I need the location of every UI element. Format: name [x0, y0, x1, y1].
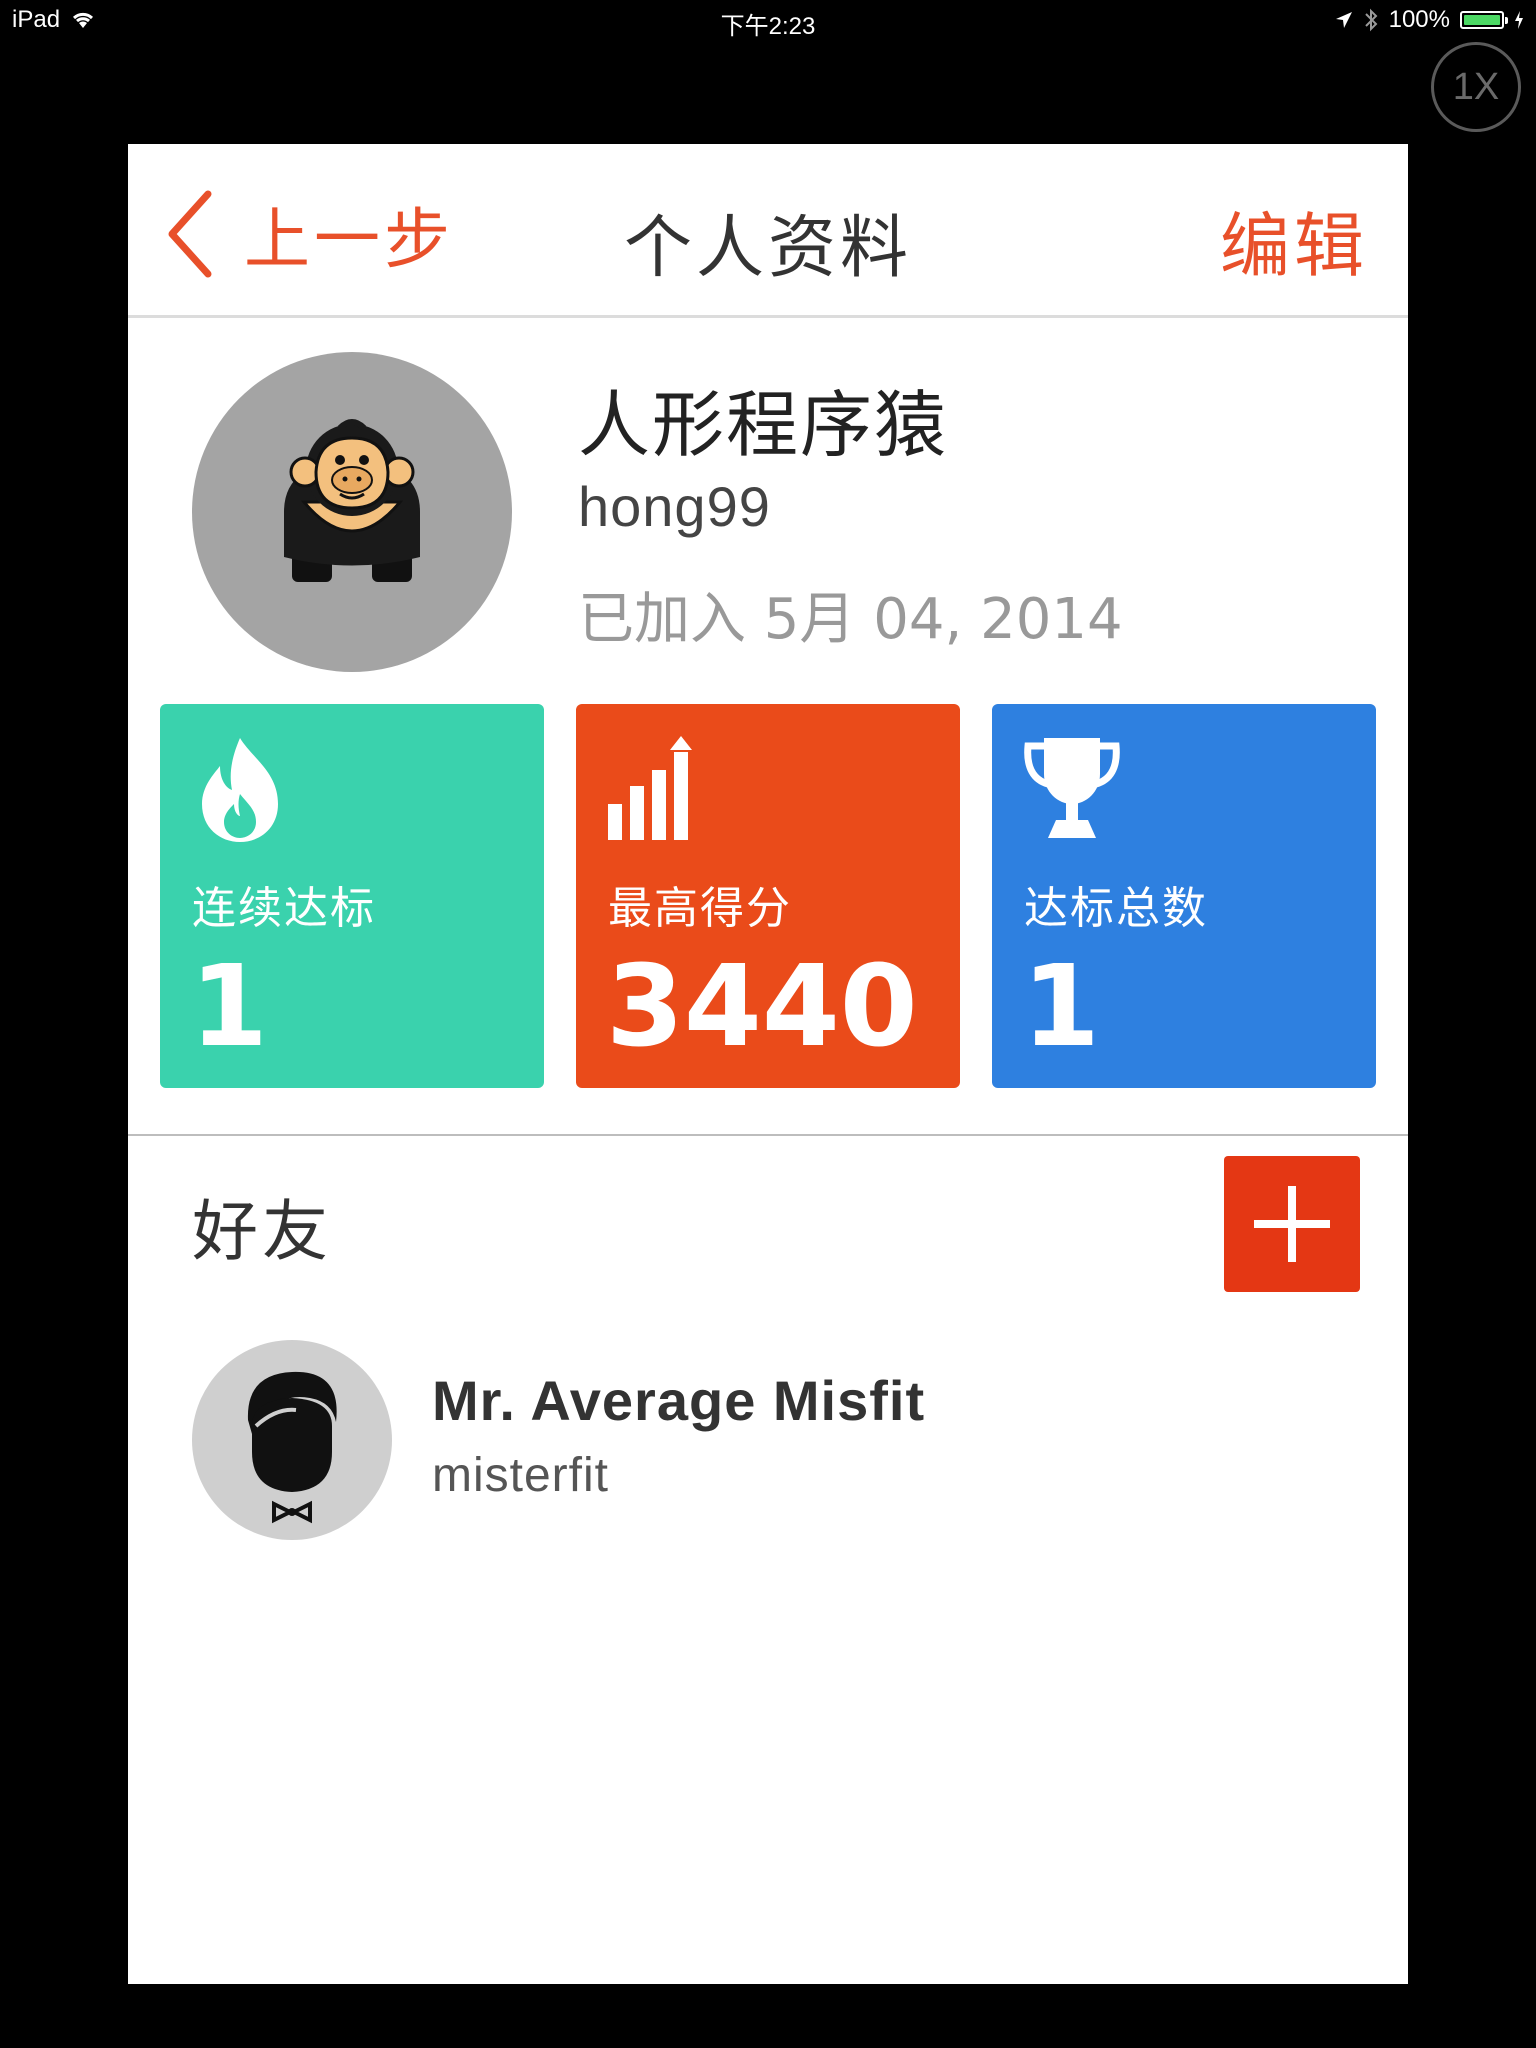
battery-tip [1505, 17, 1508, 24]
stat-label: 最高得分 [608, 883, 792, 934]
stat-value: 3440 [606, 942, 918, 1072]
gentleman-avatar-icon [247, 1371, 337, 1524]
status-right: 100% [1335, 6, 1524, 34]
bluetooth-icon [1364, 8, 1378, 32]
nav-bar: 上一步 个人资料 编辑 [128, 144, 1408, 318]
stat-card-total-goals[interactable]: 达标总数 1 [992, 704, 1376, 1088]
friends-section-title: 好友 [192, 1193, 332, 1270]
section-divider [128, 1134, 1408, 1136]
avatar[interactable] [192, 352, 512, 672]
stat-label: 达标总数 [1024, 883, 1208, 934]
stat-card-streak[interactable]: 连续达标 1 [160, 704, 544, 1088]
stat-label: 连续达标 [192, 883, 376, 934]
add-friend-button[interactable] [1224, 1156, 1360, 1292]
friend-avatar [192, 1340, 392, 1540]
trophy-icon [1024, 738, 1120, 838]
friend-name: Mr. Average Misfit [432, 1369, 926, 1432]
page-title: 个人资料 [623, 209, 912, 288]
profile-joined-date: 已加入 5月 04, 2014 [578, 587, 1123, 652]
battery-icon [1460, 11, 1508, 29]
stat-value: 1 [190, 942, 268, 1072]
stat-card-high-score[interactable]: 最高得分 3440 [576, 704, 960, 1088]
profile-panel: 上一步 个人资料 编辑 人形程序猿 hong99 已加入 5月 04, 2014… [128, 144, 1408, 1984]
status-time: 下午2:23 [720, 13, 816, 40]
status-bar: iPad 下午2:23 100% [0, 0, 1536, 40]
edit-button[interactable]: 编辑 [1220, 190, 1368, 291]
profile-name: 人形程序猿 [578, 383, 949, 467]
zoom-badge[interactable]: 1X [1431, 42, 1521, 132]
stat-value: 1 [1022, 942, 1100, 1072]
flame-icon [202, 738, 278, 842]
battery-percent: 100% [1388, 6, 1450, 33]
location-arrow-icon [1335, 12, 1352, 28]
battery-fill [1464, 15, 1500, 25]
bar-chart-icon [608, 736, 692, 840]
friend-username: misterfit [432, 1449, 609, 1502]
charging-icon [1515, 11, 1523, 29]
friend-list-item[interactable]: Mr. Average Misfit misterfit [192, 1340, 1342, 1544]
profile-username: hong99 [578, 475, 771, 538]
monkey-avatar-icon [284, 419, 420, 582]
plus-icon [1254, 1186, 1330, 1262]
